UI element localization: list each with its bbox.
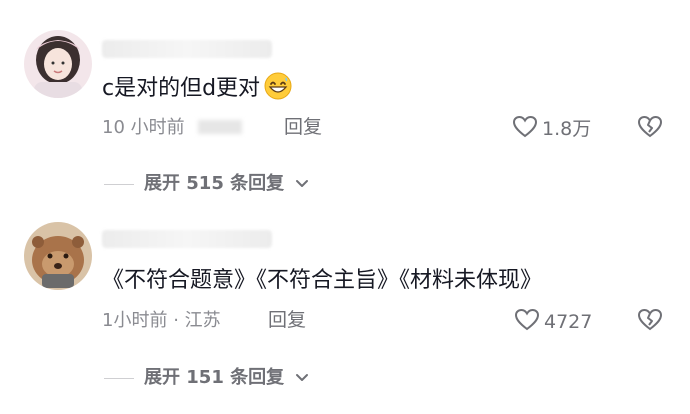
grinning-sweat-emoji [264,72,292,109]
location-blurred [198,120,243,134]
comment-text-content: 《不符合题意》《不符合主旨》《材料未体现》 [102,268,543,293]
like-button[interactable]: 4727 [514,308,592,336]
dislike-button[interactable] [637,308,663,336]
avatar[interactable] [24,222,92,290]
username-blurred[interactable] [102,230,272,248]
expand-replies-label: 展开 515 条回复 [144,173,285,194]
reply-button[interactable]: 回复 [284,115,322,139]
expand-replies-button[interactable]: 展开 151 条回复 [104,366,310,390]
chevron-down-icon [294,369,310,388]
chevron-down-icon [294,175,310,194]
divider-line [104,183,134,185]
expand-replies-label: 展开 151 条回复 [144,367,285,388]
heart-outline-icon [512,115,538,143]
comment-text: 《不符合题意》《不符合主旨》《材料未体现》 [102,266,542,296]
like-count: 4727 [544,311,593,333]
dislike-button[interactable] [637,115,663,143]
comment-text: c是对的但d更对 [102,72,292,109]
reply-button[interactable]: 回复 [268,308,306,332]
divider-line [104,377,134,379]
comment-location: · 江苏 [173,310,221,331]
comment-time: 1小时前 · 江苏 [102,310,221,331]
expand-replies-button[interactable]: 展开 515 条回复 [104,172,310,196]
avatar[interactable] [24,30,92,98]
comment-time: 10 小时前 [102,116,243,140]
broken-heart-icon [637,308,663,336]
like-count: 1.8万 [542,118,592,140]
like-button[interactable]: 1.8万 [512,115,591,143]
comment-text-content: c是对的但d更对 [102,76,261,101]
username-blurred[interactable] [102,40,272,58]
broken-heart-icon [637,115,663,143]
comment-list: c是对的但d更对 10 小时前 回复 1.8万 展开 515 条回复 《不符合题… [0,0,690,414]
heart-outline-icon [514,308,540,336]
